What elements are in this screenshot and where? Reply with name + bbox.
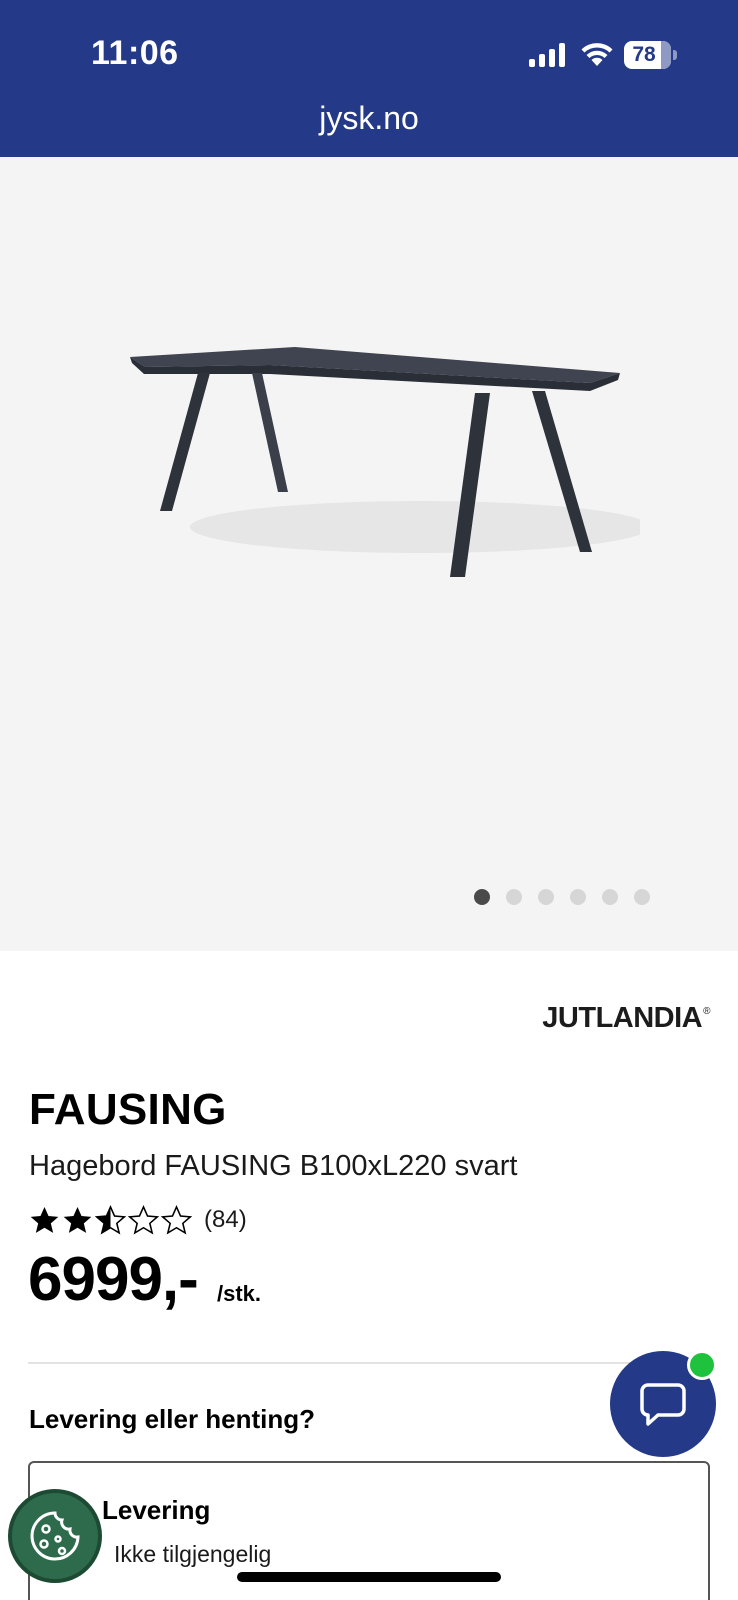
product-title: FAUSING <box>29 1085 227 1134</box>
price-unit: /stk. <box>217 1281 262 1306</box>
cellular-signal-icon <box>529 43 565 67</box>
product-description: Hagebord FAUSING B100xL220 svart <box>29 1150 518 1182</box>
delivery-option-status: Ikke tilgjengelig <box>114 1541 272 1567</box>
gallery-dot[interactable] <box>570 889 586 905</box>
product-rating[interactable]: (84) <box>29 1203 247 1237</box>
divider <box>28 1362 710 1364</box>
gallery-pagination <box>474 889 650 905</box>
top-bar: 11:06 78 jysk.no <box>0 0 738 157</box>
online-status-dot <box>687 1350 717 1380</box>
star-half-icon <box>95 1204 126 1235</box>
gallery-dot[interactable] <box>506 889 522 905</box>
battery-level: 78 <box>632 43 656 66</box>
gallery-dot[interactable] <box>634 889 650 905</box>
star-filled-icon <box>30 1206 59 1233</box>
star-empty-icon <box>161 1204 192 1235</box>
cookie-icon <box>30 1511 80 1561</box>
product-image[interactable] <box>120 347 640 597</box>
product-price: 6999,- <box>28 1245 199 1314</box>
gallery-dot[interactable] <box>602 889 618 905</box>
star-filled-icon <box>63 1206 92 1233</box>
brand-logo[interactable]: JUTLANDIA® <box>542 1002 710 1035</box>
chat-button[interactable] <box>610 1350 717 1457</box>
home-indicator[interactable] <box>237 1572 501 1582</box>
delivery-option-title: Levering <box>102 1495 211 1525</box>
status-time: 11:06 <box>91 34 179 72</box>
product-gallery[interactable] <box>0 157 738 951</box>
battery-indicator: 78 <box>624 41 677 69</box>
cookie-settings-button[interactable] <box>8 1489 102 1583</box>
star-empty-icon <box>128 1204 159 1235</box>
rating-count: (84) <box>204 1206 247 1233</box>
wifi-icon <box>581 43 613 66</box>
gallery-dot[interactable] <box>474 889 490 905</box>
chat-bubble-icon <box>640 1383 686 1426</box>
gallery-dot[interactable] <box>538 889 554 905</box>
address-bar-url[interactable]: jysk.no <box>0 100 738 137</box>
delivery-question: Levering eller henting? <box>29 1404 316 1434</box>
